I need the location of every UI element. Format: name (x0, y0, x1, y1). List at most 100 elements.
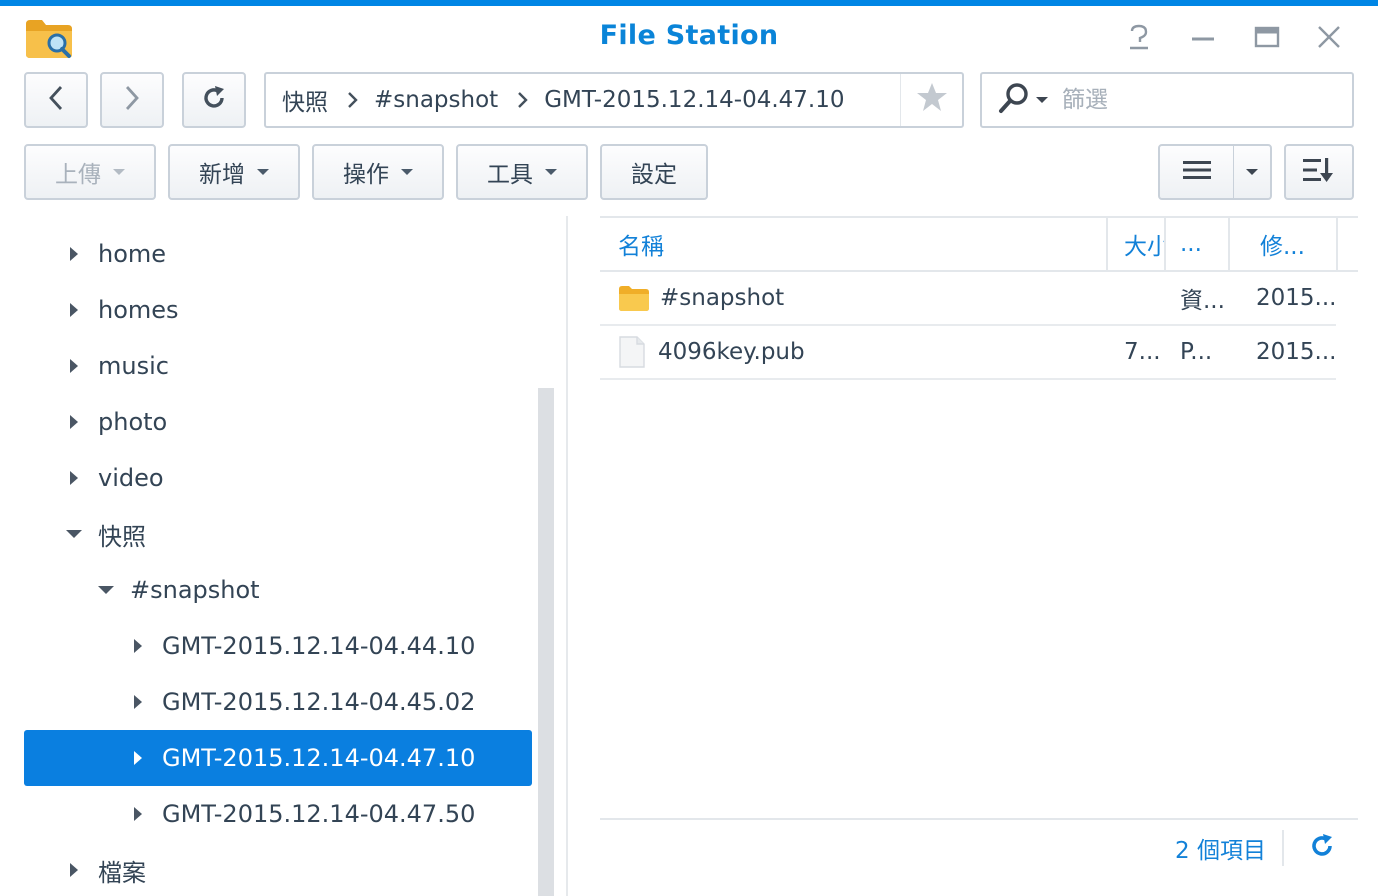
filter-input[interactable] (1062, 87, 1342, 113)
tree-item-label: GMT-2015.12.14-04.45.02 (162, 688, 476, 716)
expand-arrow-icon[interactable] (128, 692, 148, 712)
tree-item-label: GMT-2015.12.14-04.44.10 (162, 632, 476, 660)
refresh-button[interactable] (182, 72, 246, 128)
tree-item-label: 檔案 (98, 858, 146, 887)
chevron-right-icon (122, 84, 142, 116)
upload-label: 上傳 (55, 162, 101, 188)
tree-item[interactable]: GMT-2015.12.14-04.47.50 (24, 786, 532, 842)
column-header-type[interactable]: ... (1180, 218, 1226, 270)
tree-item[interactable]: GMT-2015.12.14-04.44.10 (24, 618, 532, 674)
tree-item-label: photo (98, 408, 168, 436)
expand-arrow-icon[interactable] (64, 356, 84, 376)
tree-item-label: #snapshot (130, 576, 260, 604)
expand-arrow-icon[interactable] (128, 804, 148, 824)
chevron-down-icon (113, 169, 125, 175)
refresh-icon (1308, 832, 1336, 864)
file-size-cell (1124, 272, 1164, 324)
back-button[interactable] (24, 72, 88, 128)
file-modified-cell: 2015... (1256, 339, 1336, 365)
tools-label: 工具 (487, 162, 533, 188)
collapse-arrow-icon[interactable] (64, 524, 84, 544)
refresh-icon (200, 84, 228, 116)
tree-item[interactable]: homes (24, 282, 532, 338)
column-header-name[interactable]: 名稱 (618, 218, 1098, 270)
folder-tree: home homes music photo video 快照 #snapsho… (24, 226, 532, 896)
sort-button[interactable] (1284, 144, 1354, 200)
tree-item[interactable]: video (24, 450, 532, 506)
chevron-right-icon (516, 90, 528, 110)
column-header-modified[interactable]: 修... (1260, 218, 1330, 270)
chevron-down-icon (257, 169, 269, 175)
tools-button[interactable]: 工具 (456, 144, 588, 200)
help-button[interactable] (1122, 22, 1156, 56)
column-separator[interactable] (1336, 218, 1338, 270)
close-icon (1316, 24, 1342, 54)
tree-item[interactable]: home (24, 226, 532, 282)
expand-arrow-icon[interactable] (64, 468, 84, 488)
create-button[interactable]: 新增 (168, 144, 300, 200)
list-view-button[interactable] (1160, 146, 1234, 198)
file-modified-cell: 2015... (1256, 285, 1336, 311)
tree-item[interactable]: music (24, 338, 532, 394)
file-row[interactable]: #snapshot 資... 2015... (600, 272, 1336, 326)
item-count: 2 個項目 (1175, 838, 1266, 864)
view-mode-dropdown[interactable] (1234, 146, 1270, 198)
tree-item[interactable]: 檔案 (24, 842, 532, 896)
tree-item-label: GMT-2015.12.14-04.47.50 (162, 800, 476, 828)
search-options-button[interactable] (998, 82, 1048, 118)
expand-arrow-icon[interactable] (128, 636, 148, 656)
breadcrumb-item-snapshot[interactable]: #snapshot (374, 87, 498, 113)
tree-item[interactable]: 快照 (24, 506, 532, 562)
maximize-icon (1254, 24, 1280, 54)
app-title: File Station (599, 20, 779, 51)
tree-item[interactable]: photo (24, 394, 532, 450)
collapse-arrow-icon[interactable] (96, 580, 116, 600)
breadcrumb-item-current[interactable]: GMT-2015.12.14-04.47.10 (544, 87, 844, 113)
tree-scrollbar[interactable] (538, 388, 554, 896)
chevron-right-icon (346, 90, 358, 110)
expand-arrow-icon[interactable] (128, 748, 148, 768)
sort-icon (1302, 156, 1336, 188)
file-name: #snapshot (660, 285, 785, 311)
column-header-size[interactable]: 大小 (1124, 218, 1164, 270)
top-accent-bar (0, 0, 1378, 6)
expand-arrow-icon[interactable] (64, 412, 84, 432)
minimize-button[interactable] (1186, 22, 1220, 56)
forward-button[interactable] (100, 72, 164, 128)
star-icon (916, 82, 948, 118)
settings-button[interactable]: 設定 (600, 144, 708, 200)
pane-splitter[interactable] (566, 216, 568, 896)
view-mode-group (1158, 144, 1272, 200)
expand-arrow-icon[interactable] (64, 300, 84, 320)
settings-label: 設定 (631, 162, 677, 188)
tree-item-selected[interactable]: GMT-2015.12.14-04.47.10 (24, 730, 532, 786)
help-icon (1126, 23, 1152, 55)
breadcrumb-item-snapshot-root[interactable]: 快照 (282, 83, 328, 117)
search-icon (998, 82, 1032, 118)
close-button[interactable] (1312, 22, 1346, 56)
file-list-header: 名稱 大小 ... 修... (600, 216, 1358, 272)
tree-item[interactable]: GMT-2015.12.14-04.45.02 (24, 674, 532, 730)
file-row[interactable]: 4096key.pub 7... P... 2015... (600, 326, 1336, 380)
maximize-button[interactable] (1250, 22, 1284, 56)
list-refresh-button[interactable] (1304, 830, 1340, 866)
tree-item-label: GMT-2015.12.14-04.47.10 (162, 744, 476, 772)
file-name-cell: 4096key.pub (618, 326, 1098, 378)
column-separator[interactable] (1228, 218, 1230, 270)
list-view-icon (1182, 159, 1212, 185)
path-breadcrumb: 快照 #snapshot GMT-2015.12.14-04.47.10 (264, 72, 964, 128)
expand-arrow-icon[interactable] (64, 244, 84, 264)
tree-item[interactable]: #snapshot (24, 562, 532, 618)
column-separator[interactable] (1164, 218, 1166, 270)
action-button[interactable]: 操作 (312, 144, 444, 200)
file-name: 4096key.pub (658, 339, 805, 365)
tree-item-label: home (98, 240, 167, 268)
minimize-icon (1190, 24, 1216, 54)
action-label: 操作 (343, 162, 389, 188)
tree-item-label: video (98, 464, 164, 492)
column-separator[interactable] (1106, 218, 1108, 270)
file-icon (618, 336, 646, 368)
upload-button[interactable]: 上傳 (24, 144, 156, 200)
expand-arrow-icon[interactable] (64, 860, 84, 880)
favorite-button[interactable] (900, 74, 962, 126)
